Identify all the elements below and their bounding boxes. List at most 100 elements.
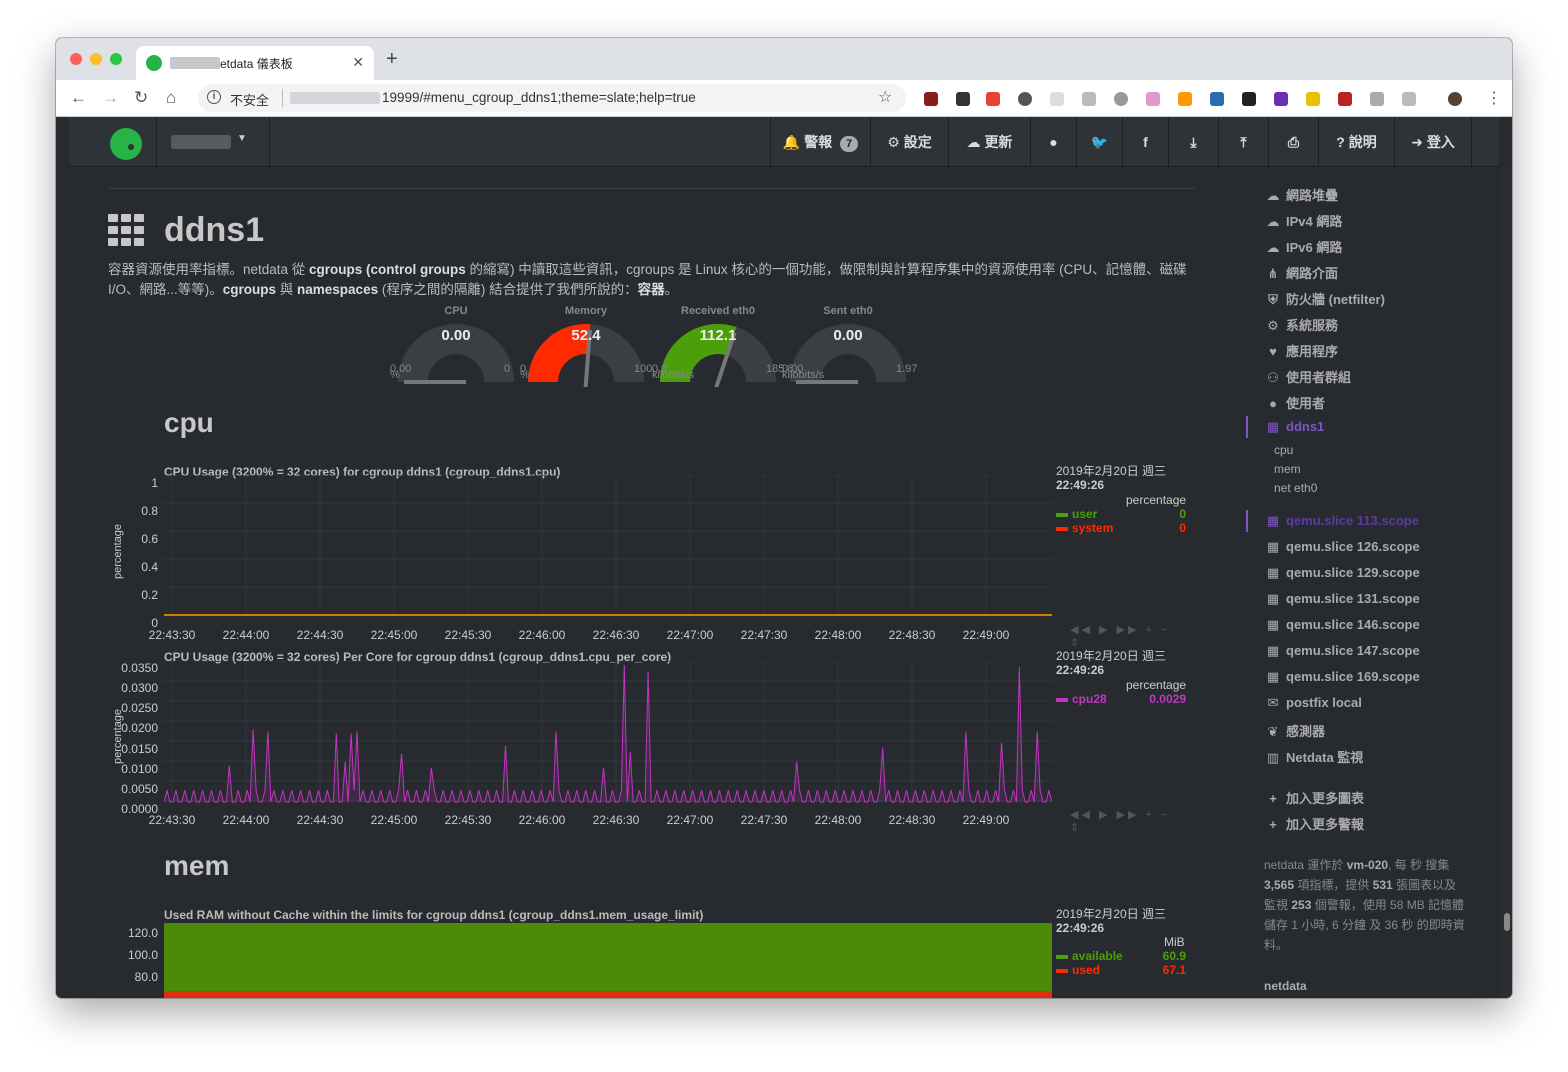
legend-used[interactable]: used 67.1 (1056, 963, 1186, 977)
print-button[interactable]: ⎙ (1268, 117, 1318, 167)
sidebar-item-qemu.slice-147.scope[interactable]: ▦ qemu.slice 147.scope (1266, 643, 1420, 659)
bookmark-star-icon[interactable]: ☆ (878, 87, 892, 107)
chart-timestamp: 2019年2月20日 週三 22:49:26 (1056, 649, 1167, 677)
sidebar-item-應用程序[interactable]: ♥ 應用程序 (1266, 341, 1338, 360)
update-button[interactable]: ☁ 更新 (948, 117, 1030, 167)
extension-icon[interactable] (1178, 92, 1192, 106)
sign-in-icon: ➜ (1411, 134, 1423, 150)
download-button[interactable]: ⤓ (1168, 117, 1218, 167)
extension-icon[interactable] (956, 92, 970, 106)
sidebar-item-netdata-監視[interactable]: ▥ Netdata 監視 (1266, 747, 1363, 766)
login-button[interactable]: ➜ 登入 (1394, 117, 1472, 167)
add-charts-link[interactable]: + 加入更多圖表 (1266, 788, 1364, 807)
extension-icon[interactable] (1018, 92, 1032, 106)
sidebar-subitem-mem[interactable]: mem (1274, 462, 1301, 476)
netdata-page: ▼ 🔔 警報 7 ⚙ 設定 ☁ 更新 ● 🐦 f ⤓ ⤒ ⎙ ? 說明 ➜ 登入… (56, 117, 1512, 998)
mem-used-area[interactable] (164, 991, 1052, 998)
facebook-button[interactable]: f (1122, 117, 1168, 167)
x-tick-label: 22:48:00 (814, 628, 862, 642)
extension-icon[interactable] (1338, 92, 1352, 106)
extension-icon[interactable] (1370, 92, 1384, 106)
gauge-3[interactable]: Sent eth0 0.00 0.00 1.97 kilobits/s (782, 305, 918, 387)
chart-timestamp: 2019年2月20日 週三 22:49:26 (1056, 907, 1167, 935)
close-tab-icon[interactable]: ✕ (352, 54, 364, 71)
legend-system[interactable]: system 0 (1056, 521, 1186, 535)
sidebar-subitem-net[interactable]: net eth0 (1274, 481, 1317, 495)
sidebar-item-qemu.slice-146.scope[interactable]: ▦ qemu.slice 146.scope (1266, 617, 1420, 633)
netdata-logo-icon[interactable] (110, 128, 142, 160)
forward-icon[interactable]: → (102, 88, 119, 108)
scrollbar[interactable] (1502, 167, 1512, 998)
facebook-icon: f (1143, 134, 1148, 150)
cpu-chart-plot[interactable] (164, 475, 1052, 621)
mem-available-area[interactable] (164, 923, 1052, 998)
sidebar-item-qemu.slice-169.scope[interactable]: ▦ qemu.slice 169.scope (1266, 669, 1420, 685)
chart-controls[interactable]: ◀◀ ▶ ▶▶ + − ⇕ (1070, 623, 1198, 649)
home-icon[interactable]: ⌂ (166, 88, 176, 108)
github-button[interactable]: ● (1030, 117, 1076, 167)
envelope-icon: ✉ (1267, 695, 1279, 710)
tab-title: etdata 儀表板 (220, 57, 293, 71)
extension-icon[interactable] (1082, 92, 1096, 106)
sidebar-item-防火牆-(netfilter)[interactable]: ⛨ 防火牆 (netfilter) (1266, 289, 1385, 308)
grid-icon: ▦ (1266, 513, 1280, 528)
caret-down-icon: ▼ (237, 133, 247, 144)
extension-icon[interactable] (1146, 92, 1160, 106)
y-tick-label: 0.0200 (121, 721, 158, 736)
settings-button[interactable]: ⚙ 設定 (870, 117, 948, 167)
chart-controls[interactable]: ◀◀ ▶ ▶▶ + − ⇕ (1070, 808, 1198, 834)
extension-icon[interactable] (986, 92, 1000, 106)
maximize-window-button[interactable] (110, 53, 122, 65)
back-icon[interactable]: ← (70, 88, 87, 108)
extension-icon[interactable] (1402, 92, 1416, 106)
sidebar-item-qemu.slice-129.scope[interactable]: ▦ qemu.slice 129.scope (1266, 565, 1420, 581)
sidebar-item-ddns1[interactable]: ▦ ddns1 (1266, 419, 1324, 435)
minimize-window-button[interactable] (90, 53, 102, 65)
extension-icon[interactable] (1242, 92, 1256, 106)
sidebar-item-系統服務[interactable]: ⚙ 系統服務 (1266, 315, 1338, 334)
url-text[interactable]: 19999/#menu_cgroup_ddns1;theme=slate;hel… (382, 90, 696, 105)
sidebar-item-感測器[interactable]: ❦ 感測器 (1266, 721, 1325, 740)
sidebar-item-ipv4-網路[interactable]: ☁ IPv4 網路 (1266, 211, 1343, 230)
sidebar-item-postfix-local[interactable]: ✉ postfix local (1266, 695, 1362, 711)
upload-button[interactable]: ⤒ (1218, 117, 1268, 167)
sidebar-item-ipv6-網路[interactable]: ☁ IPv6 網路 (1266, 237, 1343, 256)
sidebar-item-網路堆疊[interactable]: ☁ 網路堆疊 (1266, 185, 1339, 204)
menu-kebab-icon[interactable]: ⋮ (1486, 88, 1502, 108)
sidebar-item-qemu.slice-126.scope[interactable]: ▦ qemu.slice 126.scope (1266, 539, 1420, 555)
extension-icon[interactable] (1306, 92, 1320, 106)
close-window-button[interactable] (70, 53, 82, 65)
extension-icon[interactable] (1114, 92, 1128, 106)
reload-icon[interactable]: ↻ (134, 88, 148, 108)
new-tab-button[interactable]: + (386, 48, 398, 71)
extension-icon[interactable] (1050, 92, 1064, 106)
sidebar-item-網路介面[interactable]: ⋔ 網路介面 (1266, 263, 1338, 282)
sidebar-subitem-cpu[interactable]: cpu (1274, 443, 1293, 457)
legend-user[interactable]: user 0 (1056, 507, 1186, 521)
sidebar-item-label: 感測器 (1286, 724, 1326, 739)
omnibox[interactable]: i 不安全 19999/#menu_cgroup_ddns1;theme=sla… (198, 84, 906, 112)
gauge-0[interactable]: CPU 0.00 0.00 0% (390, 305, 526, 387)
gauge-2[interactable]: Received eth0 112.1 0.0 185.8 kilobits/s (652, 305, 794, 393)
y-tick-label: 0.0050 (121, 781, 158, 796)
twitter-button[interactable]: 🐦 (1076, 117, 1122, 167)
sidebar-item-使用者群組[interactable]: ⚇ 使用者群組 (1266, 367, 1351, 386)
browser-tab[interactable]: etdata 儀表板 ✕ (136, 46, 374, 80)
cpu-per-core-chart-plot[interactable] (164, 661, 1052, 806)
legend-available[interactable]: available 60.9 (1056, 949, 1186, 963)
alarms-button[interactable]: 🔔 警報 7 (770, 117, 870, 167)
extension-icon[interactable] (1274, 92, 1288, 106)
add-alarms-link[interactable]: + 加入更多警報 (1266, 814, 1364, 833)
info-icon[interactable]: i (207, 90, 221, 104)
sidebar-item-qemu.slice-113.scope[interactable]: ▦ qemu.slice 113.scope (1266, 513, 1419, 529)
sidebar-item-qemu.slice-131.scope[interactable]: ▦ qemu.slice 131.scope (1266, 591, 1420, 607)
avatar[interactable] (1448, 92, 1462, 106)
sidebar-item-使用者[interactable]: ● 使用者 (1266, 393, 1325, 412)
help-button[interactable]: ? 說明 (1318, 117, 1394, 167)
gauge-1[interactable]: Memory 52.4 0 100% (520, 305, 656, 393)
extension-icon[interactable] (1210, 92, 1224, 106)
extension-icon[interactable] (924, 92, 938, 106)
scrollbar-thumb[interactable] (1504, 913, 1510, 931)
legend-cpu28[interactable]: cpu28 0.0029 (1056, 692, 1186, 706)
host-selector[interactable]: ▼ (156, 117, 270, 167)
